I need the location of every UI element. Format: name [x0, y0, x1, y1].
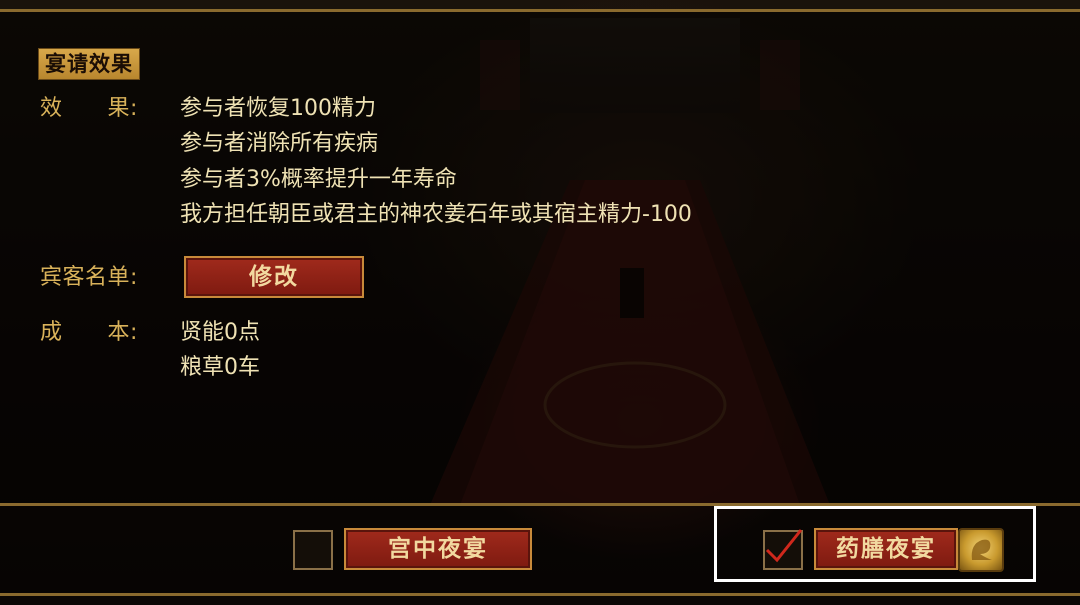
bottom-border: [0, 593, 1080, 596]
cost-label: 成 本:: [40, 320, 138, 345]
palace-banquet-checkbox[interactable]: [293, 530, 333, 570]
palace-banquet-button[interactable]: 宫中夜宴: [344, 528, 532, 570]
medicinal-banquet-button[interactable]: 药膳夜宴: [814, 528, 958, 570]
cost-line-talent: 贤能0点: [180, 320, 260, 345]
effect-line-2: 参与者消除所有疾病: [180, 131, 379, 156]
info-panel: [0, 12, 1080, 504]
effect-label: 效 果:: [40, 96, 138, 121]
section-title: 宴请效果: [38, 48, 140, 80]
cost-line-grain: 粮草0车: [180, 355, 260, 380]
dragon-emblem: [971, 539, 992, 560]
guest-list-label: 宾客名单:: [40, 265, 138, 290]
modify-guest-list-button[interactable]: 修改: [184, 256, 364, 298]
check-icon: [765, 529, 803, 563]
effect-line-1: 参与者恢复100精力: [180, 96, 376, 121]
effect-line-4: 我方担任朝臣或君主的神农姜石年或其宿主精力-100: [180, 202, 692, 227]
gold-dragon-icon[interactable]: [958, 528, 1004, 572]
medicinal-banquet-checkbox[interactable]: [763, 529, 803, 570]
effect-line-3: 参与者3%概率提升一年寿命: [180, 167, 457, 192]
